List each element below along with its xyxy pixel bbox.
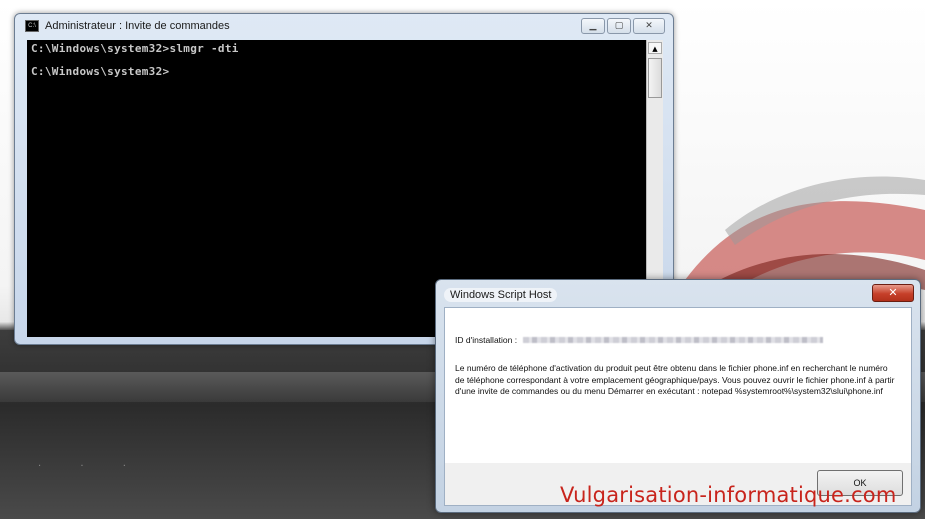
console-line-prompt: C:\Windows\system32> (31, 65, 170, 78)
wsh-dialog[interactable]: Windows Script Host ✕ ID d'installation … (435, 279, 921, 513)
dialog-title: Windows Script Host (444, 288, 558, 302)
dialog-close-icon[interactable]: ✕ (872, 284, 914, 302)
dialog-content: ID d'installation : Le numéro de télépho… (444, 307, 912, 464)
window-controls: ▁ ▢ ✕ (581, 18, 665, 34)
cmd-app-icon: C:\ (25, 20, 39, 32)
scroll-up-arrow-icon[interactable]: ▲ (648, 42, 662, 54)
close-icon[interactable]: ✕ (633, 18, 665, 34)
minimize-icon[interactable]: ▁ (581, 18, 605, 34)
dialog-message: Le numéro de téléphone d'activation du p… (455, 363, 895, 396)
installation-id-label: ID d'installation : (455, 335, 518, 345)
scroll-thumb[interactable] (648, 58, 662, 98)
maximize-icon[interactable]: ▢ (607, 18, 631, 34)
installation-id-blurred-value (523, 337, 824, 343)
console-line-command: C:\Windows\system32>slmgr -dti (31, 42, 239, 55)
watermark-text: Vulgarisation-informatique.com (560, 483, 897, 507)
cmd-window-title: Administrateur : Invite de commandes (45, 20, 230, 32)
desktop-dots: . . . (38, 458, 144, 469)
installation-id-row: ID d'installation : (455, 335, 824, 345)
cmd-titlebar[interactable]: C:\ Administrateur : Invite de commandes (25, 20, 230, 32)
